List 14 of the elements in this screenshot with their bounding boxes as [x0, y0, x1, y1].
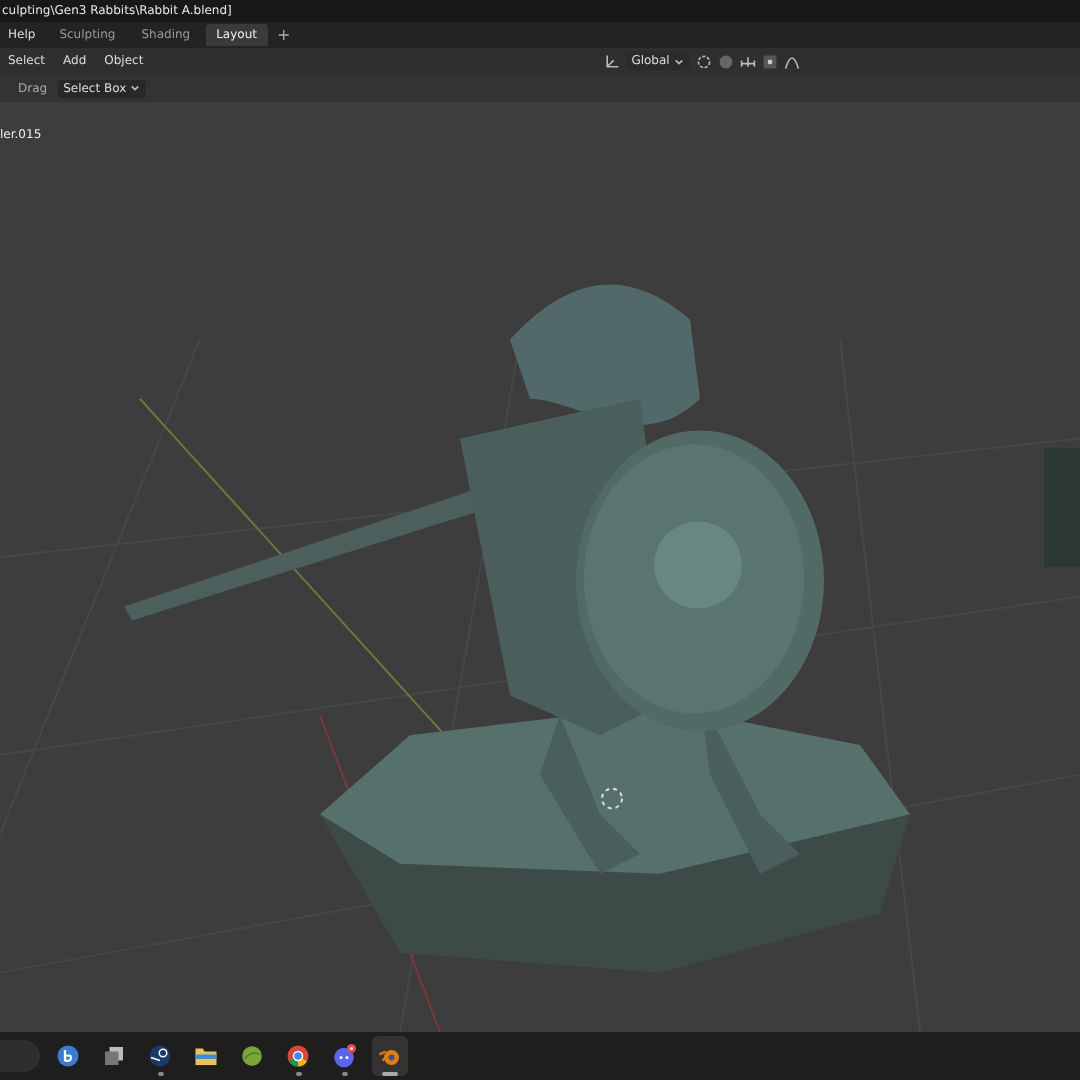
caret-icon: [673, 57, 684, 65]
taskbar-app-button[interactable]: [372, 1036, 408, 1076]
add-workspace-button[interactable]: +: [273, 26, 295, 44]
folder-icon: [194, 1044, 218, 1068]
falloff-curve-icon[interactable]: [783, 53, 800, 69]
caret-icon: [130, 84, 141, 92]
stacked-windows-icon: [102, 1044, 126, 1068]
chrome-icon: [286, 1044, 310, 1068]
discord-icon: [332, 1044, 356, 1068]
axes-icon: [603, 53, 620, 69]
3d-cursor-icon: [601, 787, 623, 810]
circle-b-icon: [56, 1044, 80, 1068]
blender-icon: [378, 1044, 402, 1068]
ball-icon: [240, 1044, 264, 1068]
